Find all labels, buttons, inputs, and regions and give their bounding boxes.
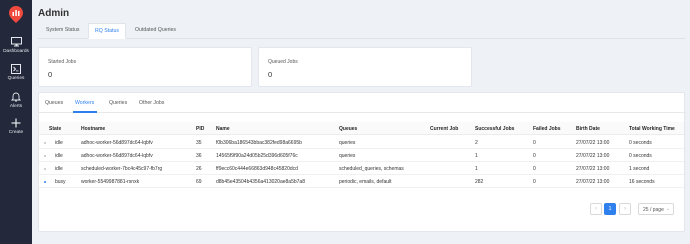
col-name[interactable]: Name (216, 126, 230, 132)
cell-birth-date: 27/07/22 13:00 (576, 178, 610, 185)
sub-tabs: Queues Workers Queries Other Jobs (39, 93, 686, 113)
cell-failed: 0 (533, 178, 536, 185)
next-page-button[interactable]: › (619, 203, 631, 215)
table-row: busy worker-5549987881-rsnxk 69 d8b45e43… (39, 175, 684, 188)
table-row: idle scheduled-worker-7bc4c45c97-fb7rg 2… (39, 162, 684, 175)
tab-queues[interactable]: Queues (45, 100, 63, 106)
cell-queues: queries (339, 152, 356, 159)
tab-other-jobs[interactable]: Other Jobs (139, 100, 164, 106)
card-title: Started Jobs (48, 59, 77, 65)
cell-failed: 0 (533, 152, 536, 159)
col-current-job[interactable]: Current Job (430, 126, 458, 132)
prev-page-button[interactable]: ‹ (590, 203, 602, 215)
tab-rq-status[interactable]: RQ Status (88, 23, 126, 39)
card-title: Queued Jobs (268, 59, 298, 65)
nav-queries[interactable]: Queries (0, 64, 32, 81)
chevron-down-icon: ⌄ (665, 206, 670, 212)
cell-state: idle (55, 165, 63, 172)
logo-icon[interactable] (9, 6, 23, 23)
table-row: idle adhoc-worker-56d897dc64-lqbfv 36 14… (39, 149, 684, 162)
cell-working-time: 16 seconds (629, 178, 655, 185)
col-total-working-time[interactable]: Total Working Time (629, 126, 675, 132)
cell-successful: 2 (475, 139, 478, 146)
status-dot-idle (44, 154, 47, 157)
cell-hostname: adhoc-worker-56d897dc64-lqbfv (81, 152, 153, 159)
col-state[interactable]: State (49, 126, 61, 132)
cell-successful: 1 (475, 165, 478, 172)
cell-pid: 69 (196, 178, 202, 185)
col-hostname[interactable]: Hostname (81, 126, 105, 132)
cell-pid: 36 (196, 152, 202, 159)
col-failed-jobs[interactable]: Failed Jobs (533, 126, 561, 132)
cell-pid: 26 (196, 165, 202, 172)
cell-pid: 35 (196, 139, 202, 146)
cell-birth-date: 27/07/22 13:00 (576, 165, 610, 172)
col-successful-jobs[interactable]: Successful Jobs (475, 126, 514, 132)
nav-create[interactable]: Create (0, 118, 32, 135)
table-header: State Hostname PID Name Queues Current J… (39, 122, 684, 135)
page-title: Admin (38, 8, 70, 19)
cell-name: 14565f9f90a24d05b25d396d605f76c (216, 152, 298, 159)
status-dot-idle (44, 141, 47, 144)
cell-state: idle (55, 152, 63, 159)
workers-panel: Queues Workers Queries Other Jobs State … (38, 92, 686, 232)
col-pid[interactable]: PID (196, 126, 204, 132)
cell-working-time: 1 second (629, 165, 650, 172)
cell-failed: 0 (533, 139, 536, 146)
bell-icon (11, 92, 21, 102)
page-size-select[interactable]: 25 / page ⌄ (638, 203, 674, 215)
cell-name: d8b45e43504b4356a413020ae8a5b7a8 (216, 178, 305, 185)
cell-working-time: 0 seconds (629, 152, 652, 159)
cell-hostname: adhoc-worker-56d897dc64-lqbfv (81, 139, 153, 146)
status-dot-idle (44, 167, 47, 170)
cell-hostname: worker-5549987881-rsnxk (81, 178, 140, 185)
nav-dashboards[interactable]: Dashboards (0, 37, 32, 54)
col-queues[interactable]: Queues (339, 126, 357, 132)
page-1-button[interactable]: 1 (604, 203, 616, 215)
top-tabs: System Status RQ Status Outdated Queries (38, 23, 685, 39)
sidebar: Dashboards Queries Alerts Create (0, 0, 32, 244)
cell-birth-date: 27/07/22 13:00 (576, 152, 610, 159)
active-tab-indicator (73, 111, 97, 113)
card-started-jobs: Started Jobs 0 (38, 47, 252, 87)
card-value: 0 (48, 70, 53, 79)
nav-label-alerts: Alerts (9, 103, 23, 109)
cell-working-time: 0 seconds (629, 139, 652, 146)
cell-queues: periodic, emails, default (339, 178, 392, 185)
nav-label-dashboards: Dashboards (3, 48, 29, 54)
cell-hostname: scheduled-worker-7bc4c45c97-fb7rg (81, 165, 163, 172)
cell-state: idle (55, 139, 63, 146)
cell-birth-date: 27/07/22 13:00 (576, 139, 610, 146)
status-dot-busy (44, 180, 47, 183)
card-queued-jobs: Queued Jobs 0 (258, 47, 472, 87)
cell-name: ff9ecc60c444e66863d948c45820dcd (216, 165, 298, 172)
page-size-value: 25 / page (643, 207, 664, 213)
terminal-icon (11, 64, 21, 74)
nav-label-create: Create (8, 129, 24, 135)
nav-alerts[interactable]: Alerts (0, 92, 32, 109)
nav-label-queries: Queries (7, 75, 25, 81)
tab-system-status[interactable]: System Status (46, 27, 79, 33)
table-row: idle adhoc-worker-56d897dc64-lqbfv 35 f0… (39, 136, 684, 149)
card-value: 0 (268, 70, 273, 79)
cell-successful: 282 (475, 178, 484, 185)
cell-queues: scheduled_queries, schemas (339, 165, 404, 172)
cell-failed: 0 (533, 165, 536, 172)
cell-name: f0b306ba186543bbac382fed98a6695b (216, 139, 302, 146)
desktop-icon (10, 37, 22, 47)
cell-state: busy (55, 178, 66, 185)
col-birth-date[interactable]: Birth Date (576, 126, 600, 132)
tab-workers[interactable]: Workers (75, 100, 94, 106)
tab-queries[interactable]: Queries (109, 100, 127, 106)
tab-outdated-queries[interactable]: Outdated Queries (135, 27, 176, 33)
plus-icon (11, 118, 21, 128)
cell-successful: 1 (475, 152, 478, 159)
cell-queues: queries (339, 139, 356, 146)
